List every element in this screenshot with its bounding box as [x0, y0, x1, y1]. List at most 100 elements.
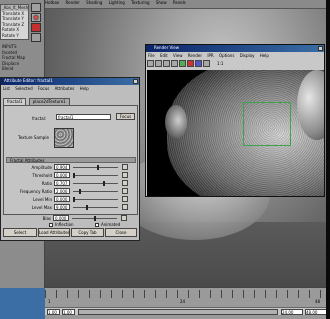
copy-tab-button[interactable]: Copy Tab	[71, 228, 104, 237]
rendered-ear	[165, 105, 187, 139]
slider-handle[interactable]	[96, 165, 99, 170]
fractal-attributes-header[interactable]: Fractal Attributes	[6, 157, 136, 163]
move-tool-icon[interactable]	[31, 33, 41, 42]
menu-item[interactable]: Focus	[38, 86, 49, 91]
menu-item[interactable]: Edit	[160, 53, 168, 58]
attribute-slider[interactable]	[73, 199, 118, 200]
time-ticks[interactable]	[45, 290, 330, 298]
attribute-editor-title[interactable]: Attribute Editor: fractal1	[1, 78, 139, 85]
attribute-value-field[interactable]: 0.707	[54, 180, 70, 186]
input-node[interactable]: Blend	[1, 66, 44, 72]
menu-item[interactable]: Lighting	[109, 0, 125, 5]
paint-tool-icon[interactable]	[31, 13, 41, 22]
attribute-slider[interactable]	[73, 183, 118, 184]
sculpt-tool-icon[interactable]	[31, 23, 41, 32]
blue-channel-icon[interactable]	[195, 60, 202, 67]
close-button[interactable]: Close	[105, 228, 137, 237]
red-channel-icon[interactable]	[187, 60, 194, 67]
inflection-checkbox[interactable]	[49, 223, 53, 227]
tab-place2dtexture[interactable]: place2dTexture1	[28, 98, 70, 105]
menu-item[interactable]: Texturing	[131, 0, 149, 5]
range-slider[interactable]	[78, 309, 278, 315]
inputs-list: INPUTS faceted Fractal Map Displace Blen…	[1, 44, 44, 72]
tab-fractal[interactable]: fractal1	[3, 98, 27, 105]
map-button-icon[interactable]	[122, 172, 128, 178]
tick-label: 48	[315, 299, 321, 304]
texture-swatch[interactable]	[54, 128, 74, 148]
attribute-value-field[interactable]: 9.000	[54, 204, 70, 210]
attribute-row: Amplitude 0.904	[4, 164, 137, 172]
menu-item[interactable]: Display	[240, 53, 255, 58]
menu-item[interactable]: Render	[66, 0, 80, 5]
render-image[interactable]	[147, 70, 324, 196]
menu-item[interactable]: Show	[156, 0, 167, 5]
inflection-label: Inflection	[55, 222, 74, 227]
map-button-icon[interactable]	[122, 188, 128, 194]
map-button-icon[interactable]	[122, 196, 128, 202]
attribute-row: Level Max 9.000	[4, 204, 137, 212]
slider-handle[interactable]	[93, 216, 96, 221]
time-slider[interactable]: 1 24 48 1.00 1.00 24.00 48.00	[45, 287, 330, 319]
close-icon[interactable]	[318, 46, 323, 51]
map-button-icon[interactable]	[121, 215, 127, 221]
animated-checkbox[interactable]	[95, 223, 99, 227]
channel-row[interactable]: Rotate Y	[1, 33, 28, 39]
attribute-label: Frequency Ratio	[19, 189, 52, 194]
focus-button[interactable]: Focus	[116, 113, 135, 120]
slider-handle[interactable]	[103, 181, 106, 186]
attribute-value-field[interactable]: 2.000	[54, 188, 70, 194]
menu-item[interactable]: Panels	[173, 0, 186, 5]
menu-item[interactable]: Render	[188, 53, 202, 58]
attribute-slider[interactable]	[73, 167, 118, 168]
render-region-icon[interactable]	[155, 60, 162, 67]
menu-item[interactable]: Help	[260, 53, 269, 58]
attribute-value-field[interactable]: 0.904	[54, 164, 70, 170]
menu-item[interactable]: Attributes	[55, 86, 75, 91]
playback-end-field[interactable]: 24.00	[281, 309, 303, 315]
end-time-field[interactable]: 48.00	[305, 309, 327, 315]
menu-item[interactable]: Hotbox	[45, 0, 59, 5]
map-button-icon[interactable]	[122, 164, 128, 170]
load-attributes-button[interactable]: Load Attributes	[38, 228, 70, 237]
attribute-value-field[interactable]: 0.000	[54, 172, 70, 178]
channel-title[interactable]: _Kos_lt_Mesh	[1, 5, 28, 11]
node-tabs: fractal1 place2dTexture1	[3, 98, 137, 105]
attribute-row: Level Min 0.000	[4, 196, 137, 204]
attribute-row: Threshold 0.000	[4, 172, 137, 180]
attribute-label: Bias	[42, 216, 51, 221]
attribute-slider[interactable]	[73, 175, 118, 176]
slider-handle[interactable]	[79, 189, 82, 194]
menu-item[interactable]: Selected	[15, 86, 32, 91]
slider-handle[interactable]	[73, 197, 75, 202]
render-view-title[interactable]: Render View	[146, 45, 324, 52]
attribute-slider[interactable]	[73, 207, 118, 208]
green-channel-icon[interactable]	[179, 60, 186, 67]
menu-item[interactable]: Help	[80, 86, 89, 91]
playback-start-field[interactable]: 1.00	[62, 309, 75, 315]
alpha-channel-icon[interactable]	[203, 60, 210, 67]
map-button-icon[interactable]	[122, 204, 128, 210]
render-region-marquee[interactable]	[243, 102, 291, 146]
ipr-icon[interactable]	[171, 60, 178, 67]
redo-render-icon[interactable]	[147, 60, 154, 67]
close-icon[interactable]	[133, 79, 138, 84]
attribute-value-field[interactable]: 0.000	[53, 215, 69, 221]
menu-item[interactable]: Options	[219, 53, 234, 58]
map-button-icon[interactable]	[122, 180, 128, 186]
menu-item[interactable]: IPR	[207, 53, 213, 58]
slider-handle[interactable]	[85, 205, 88, 210]
attribute-value-field[interactable]: 0.000	[54, 196, 70, 202]
start-time-field[interactable]: 1.00	[47, 309, 60, 315]
menu-item[interactable]: Shading	[86, 0, 102, 5]
select-button[interactable]: Select	[3, 228, 37, 237]
maya-main-window: Hotbox Render Shading Lighting Texturing…	[0, 0, 330, 319]
menu-item[interactable]: View	[173, 53, 183, 58]
menu-item[interactable]: List	[3, 86, 10, 91]
select-tool-icon[interactable]	[31, 3, 41, 12]
slider-handle[interactable]	[73, 173, 75, 178]
channel-row[interactable]: Translate Y	[1, 16, 28, 22]
snapshot-icon[interactable]	[163, 60, 170, 67]
attribute-editor-buttons: Select Load Attributes Copy Tab Close	[3, 228, 137, 238]
menu-item[interactable]: File	[148, 53, 155, 58]
node-name-field[interactable]: fractal1	[56, 114, 111, 120]
